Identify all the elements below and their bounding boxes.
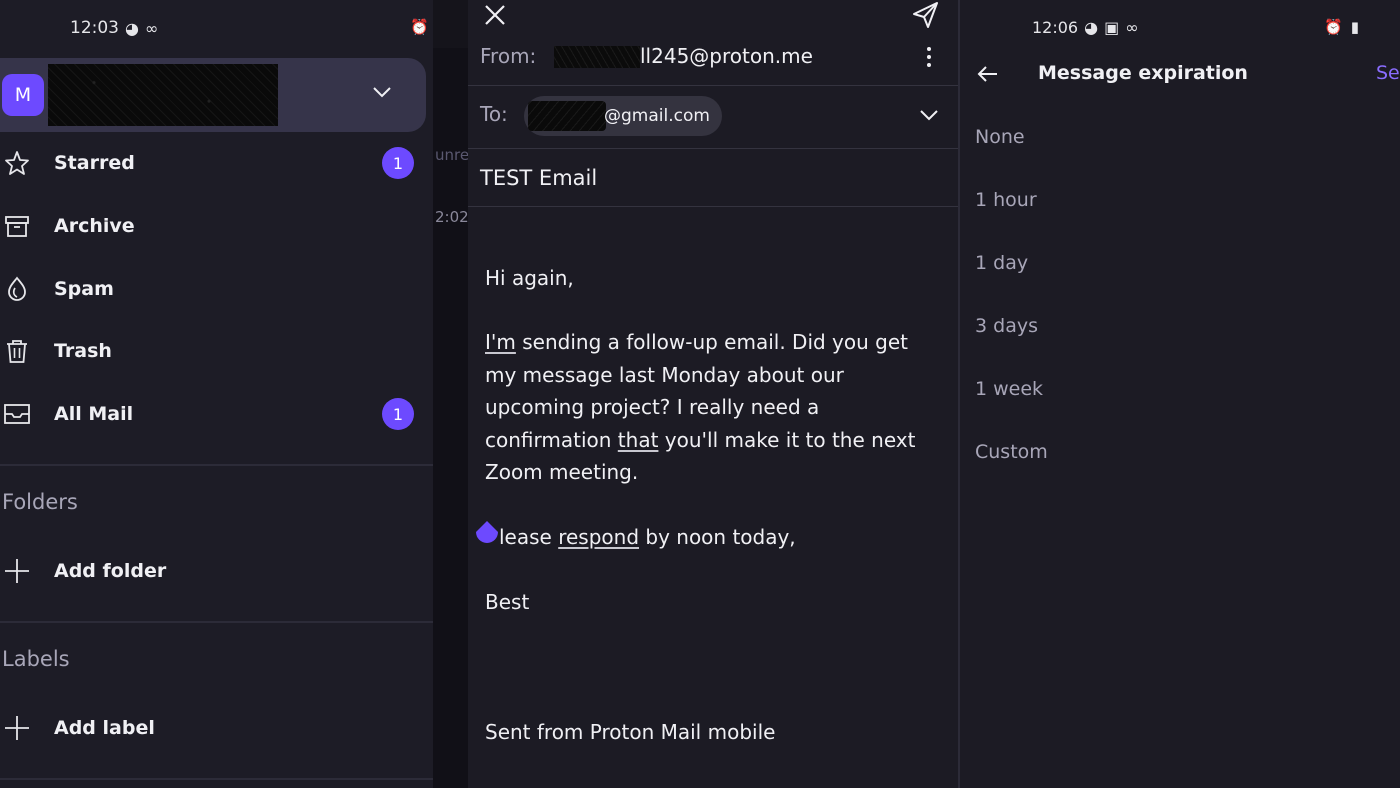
sidebar-item-trash[interactable]: Trash xyxy=(0,326,430,376)
composer: From: ll245@proton.me To: @gmail.com TES… xyxy=(468,0,958,788)
set-button[interactable]: Set xyxy=(1376,62,1400,84)
add-label-label: Add label xyxy=(54,717,155,739)
spellcheck-word: I'm xyxy=(485,330,516,354)
send-icon[interactable] xyxy=(910,0,940,30)
spam-icon xyxy=(8,276,26,301)
archive-icon xyxy=(5,216,29,237)
voicemail-icon: ∞ xyxy=(144,18,159,38)
voicemail-icon: ∞ xyxy=(1125,18,1139,37)
message-expiration-screen: 12:06 ◕ ▣ ∞ ⏰ ▮ Message expiration Set N… xyxy=(958,0,1400,788)
expiration-option-3-days[interactable]: 3 days xyxy=(975,315,1038,337)
sidebar-item-all-mail[interactable]: All Mail 1 xyxy=(0,389,430,439)
all-mail-icon xyxy=(4,404,30,424)
body-paragraph-2: lease respond by noon today, xyxy=(499,521,958,554)
expiration-option-none[interactable]: None xyxy=(975,126,1025,148)
add-folder-button[interactable]: Add folder xyxy=(0,546,430,596)
recipient-chip[interactable]: @gmail.com xyxy=(524,96,722,136)
navigation-drawer: 12:03 ◕ ∞ ⏰ M Starred 1 Archive Spam Tra… xyxy=(0,0,436,788)
sidebar-item-spam[interactable]: Spam xyxy=(0,264,430,314)
back-arrow-icon[interactable] xyxy=(976,62,1000,86)
redacted-account-name xyxy=(48,64,278,126)
recipient-address: @gmail.com xyxy=(604,106,710,126)
sidebar-item-label: Spam xyxy=(54,278,114,300)
sidebar-item-label: All Mail xyxy=(54,403,134,425)
sidebar-item-label: Starred xyxy=(54,152,135,174)
alarm-icon: ⏰ xyxy=(410,18,429,36)
unread-badge: 1 xyxy=(382,398,414,430)
from-label: From: xyxy=(480,44,537,68)
status-bar: 12:03 ◕ ∞ xyxy=(70,18,158,38)
trash-icon xyxy=(7,340,27,363)
avatar: M xyxy=(2,74,44,116)
status-icons-right: ⏰ xyxy=(410,18,429,36)
peek-time-text: 2:02 xyxy=(435,208,469,226)
add-label-button[interactable]: Add label xyxy=(0,703,430,753)
status-sync-icon: ◕ xyxy=(125,18,139,38)
status-time: 12:06 xyxy=(1032,18,1079,37)
from-address[interactable]: ll245@proton.me xyxy=(640,44,813,68)
body-closing: Best xyxy=(485,590,530,614)
divider xyxy=(0,464,433,466)
status-sync-icon: ◕ xyxy=(1084,18,1099,37)
body-signature: Sent from Proton Mail mobile xyxy=(485,720,776,744)
labels-section-title: Labels xyxy=(2,647,70,671)
redacted-sender xyxy=(554,46,640,68)
add-folder-label: Add folder xyxy=(54,560,167,582)
unread-badge: 1 xyxy=(382,147,414,179)
expiration-option-1-week[interactable]: 1 week xyxy=(975,378,1043,400)
inbox-peek: unre 2:02 xyxy=(433,0,469,788)
status-time: 12:03 xyxy=(70,18,119,38)
status-icons-right: ⏰ ▮ xyxy=(1324,18,1359,36)
folders-section-title: Folders xyxy=(2,490,78,514)
expiration-option-1-day[interactable]: 1 day xyxy=(975,252,1028,274)
subject-field[interactable]: TEST Email xyxy=(480,166,597,190)
body-paragraph-1: I'm sending a follow-up email. Did you g… xyxy=(485,326,945,489)
sidebar-item-label: Archive xyxy=(54,215,135,237)
redacted-recipient xyxy=(528,101,606,131)
account-switcher[interactable]: M xyxy=(0,58,426,132)
chevron-down-icon[interactable] xyxy=(370,80,394,104)
signal-icon: ▮ xyxy=(1350,18,1359,36)
to-label: To: xyxy=(480,102,508,126)
more-options-icon[interactable] xyxy=(924,44,934,70)
alarm-icon: ⏰ xyxy=(1324,18,1343,36)
divider xyxy=(468,148,958,149)
close-icon[interactable] xyxy=(482,2,508,28)
divider xyxy=(468,85,958,86)
star-icon xyxy=(5,151,29,175)
peek-unread-text: unre xyxy=(435,146,469,164)
status-bar: 12:06 ◕ ▣ ∞ xyxy=(1032,18,1139,37)
text-cursor-handle[interactable] xyxy=(474,519,500,549)
sidebar-item-starred[interactable]: Starred 1 xyxy=(0,138,430,188)
divider xyxy=(0,621,433,623)
sidebar-item-label: Trash xyxy=(54,340,112,362)
expiration-option-1-hour[interactable]: 1 hour xyxy=(975,189,1037,211)
divider xyxy=(468,206,958,207)
body-text: lease xyxy=(499,525,559,549)
divider xyxy=(0,778,433,780)
sidebar-item-archive[interactable]: Archive xyxy=(0,201,430,251)
spellcheck-word: respond xyxy=(558,525,640,549)
chevron-down-icon[interactable] xyxy=(918,104,940,126)
plus-icon xyxy=(5,559,29,583)
image-icon: ▣ xyxy=(1104,18,1120,37)
spellcheck-word: that xyxy=(617,427,659,452)
body-text: by noon today, xyxy=(639,525,796,549)
body-greeting: Hi again, xyxy=(485,266,574,290)
page-title: Message expiration xyxy=(1038,62,1248,84)
expiration-option-custom[interactable]: Custom xyxy=(975,441,1048,463)
plus-icon xyxy=(5,716,29,740)
